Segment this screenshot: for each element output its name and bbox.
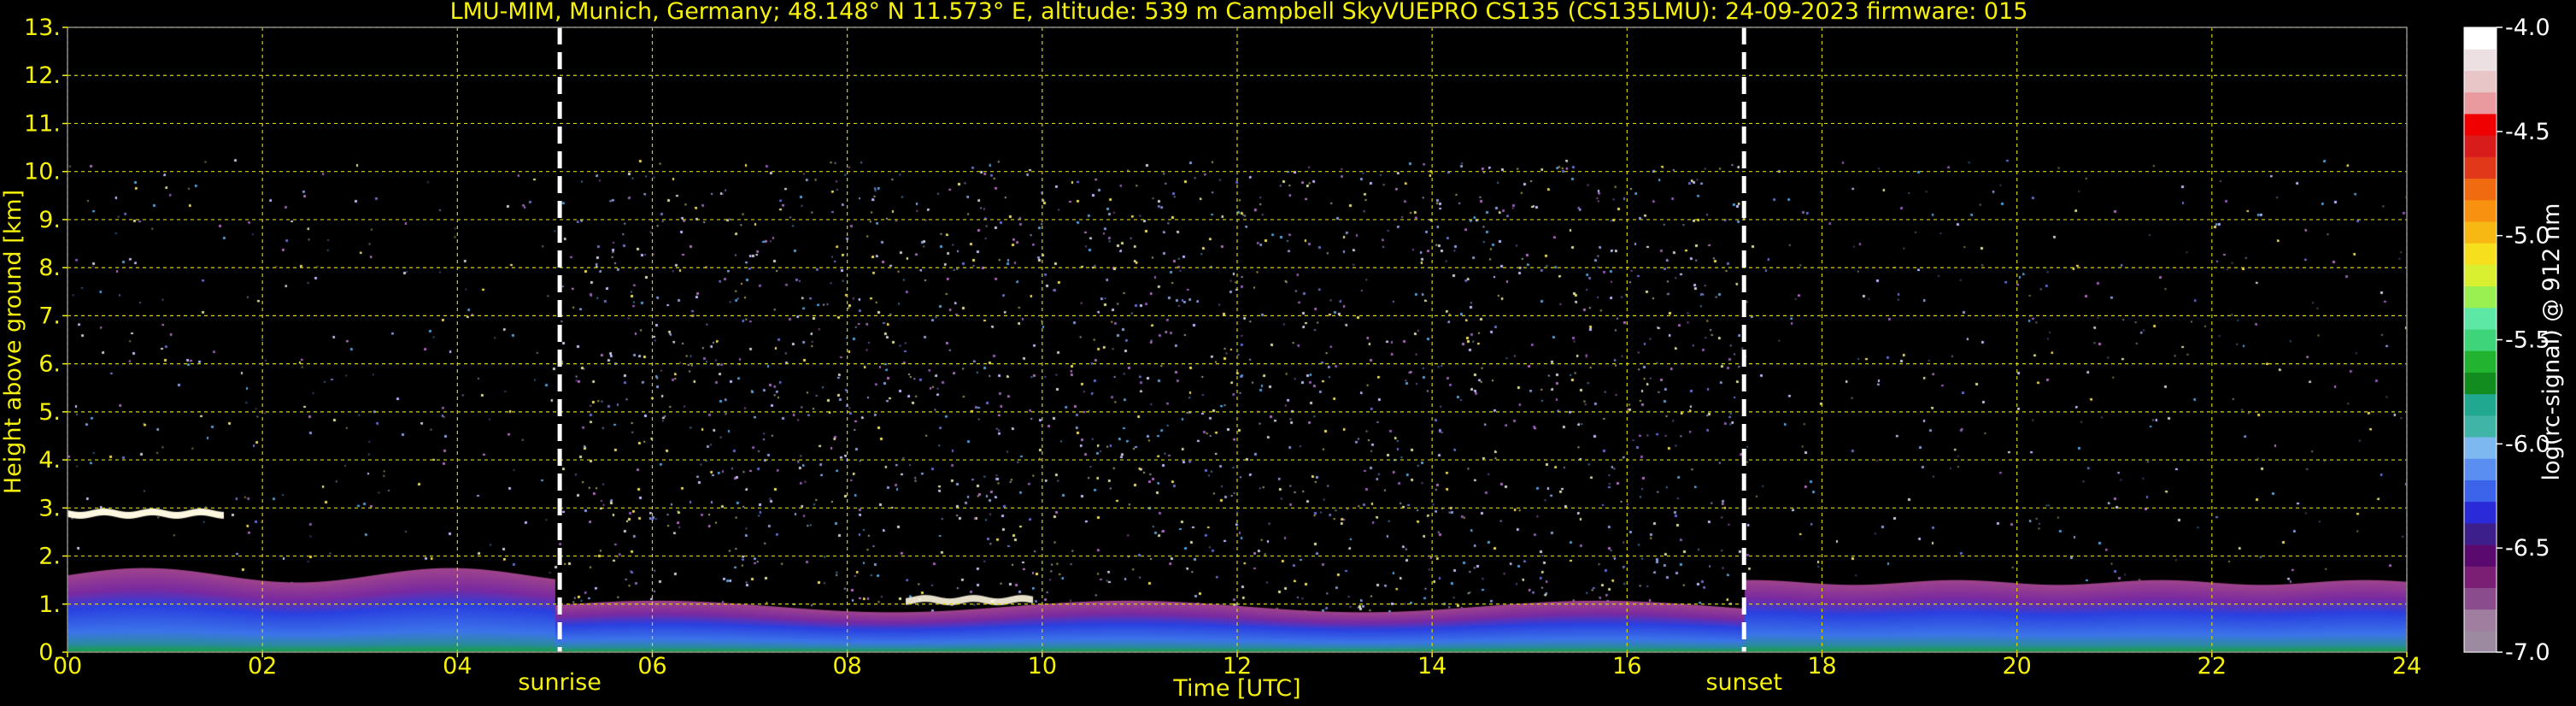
colorbar-swatch <box>2464 522 2497 545</box>
y-tick-label: 4. <box>38 447 61 474</box>
colorbar-swatch <box>2464 199 2497 222</box>
y-tick-label: 0. <box>38 639 61 666</box>
y-tick-label: 1. <box>38 591 61 618</box>
y-tick-label: 6. <box>38 351 61 378</box>
colorbar-swatch <box>2464 436 2497 459</box>
colorbar-swatch <box>2464 285 2497 309</box>
x-tick-label: 24 <box>2392 653 2421 680</box>
colorbar-swatch <box>2464 501 2497 524</box>
x-axis-label: Time [UTC] <box>1172 675 1300 702</box>
colorbar-swatch <box>2464 113 2497 136</box>
y-tick-label: 13. <box>24 15 61 41</box>
y-tick-label: 3. <box>38 495 61 521</box>
x-tick-label: 14 <box>1417 653 1446 680</box>
colorbar-swatch <box>2464 135 2497 157</box>
colorbar-swatch <box>2464 479 2497 503</box>
colorbar-swatch <box>2464 221 2497 244</box>
x-tick-label: 06 <box>637 653 666 680</box>
y-tick-label: 7. <box>38 303 61 329</box>
colorbar-swatch <box>2464 544 2497 567</box>
y-tick-label: 9. <box>38 207 61 233</box>
colorbar-swatch <box>2464 415 2497 438</box>
colorbar-swatch <box>2464 587 2497 610</box>
colorbar-swatch <box>2464 178 2497 201</box>
colorbar-tick-label: -4.0 <box>2505 15 2550 41</box>
colorbar-swatch <box>2464 566 2497 588</box>
colorbar-swatch <box>2464 91 2497 115</box>
colorbar-swatch <box>2464 458 2497 480</box>
y-tick-label: 11. <box>24 110 61 137</box>
x-tick-label: 18 <box>1807 653 1836 680</box>
colorbar-swatch <box>2464 243 2497 265</box>
y-tick-label: 5. <box>38 399 61 426</box>
colorbar-tick-label: -4.5 <box>2505 119 2550 145</box>
colorbar-swatch <box>2464 393 2497 416</box>
colorbar-swatch <box>2464 350 2497 373</box>
x-tick-label: 16 <box>1612 653 1641 680</box>
sunset-label: sunset <box>1705 669 1782 696</box>
ceilometer-chart: LMU-MIM, Munich, Germany; 48.148° N 11.5… <box>0 0 2576 706</box>
colorbar-swatch <box>2464 372 2497 395</box>
y-tick-label: 10. <box>24 159 61 185</box>
x-tick-label: 02 <box>248 653 277 680</box>
y-tick-label: 12. <box>24 62 61 89</box>
y-tick-label: 2. <box>38 544 61 570</box>
colorbar-swatch <box>2464 70 2497 93</box>
y-axis-label: Height above ground [km] <box>0 190 26 494</box>
colorbar-swatch <box>2464 307 2497 330</box>
colorbar-label: log(rc-signal) @ 912 nm <box>2538 203 2565 481</box>
colorbar-swatch <box>2464 630 2497 653</box>
colorbar-swatch <box>2464 156 2497 179</box>
colorbar-swatch <box>2464 264 2497 287</box>
colorbar-swatch <box>2464 49 2497 72</box>
x-tick-label: 08 <box>832 653 861 680</box>
heatmap-image <box>67 27 2407 652</box>
colorbar-swatch <box>2464 609 2497 632</box>
chart-title: LMU-MIM, Munich, Germany; 48.148° N 11.5… <box>450 0 2028 25</box>
x-tick-label: 20 <box>2002 653 2031 680</box>
backscatter-heatmap <box>67 27 2407 652</box>
x-tick-label: 22 <box>2198 653 2227 680</box>
colorbar-tick-label: -6.5 <box>2505 535 2550 562</box>
colorbar-swatch <box>2464 328 2497 351</box>
sunrise-label: sunrise <box>518 669 601 696</box>
colorbar-swatch <box>2464 27 2497 50</box>
y-tick-label: 8. <box>38 255 61 281</box>
x-tick-label: 04 <box>443 653 472 680</box>
colorbar-tick-label: -7.0 <box>2505 639 2550 666</box>
x-tick-label: 10 <box>1028 653 1057 680</box>
